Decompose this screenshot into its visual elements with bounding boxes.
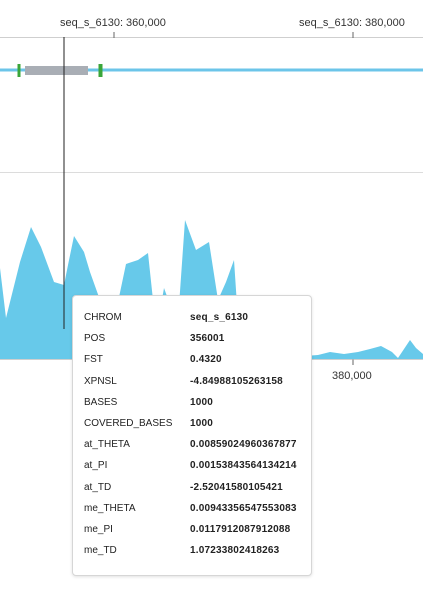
bottom-axis-tick-label: 380,000 — [332, 370, 372, 382]
tooltip-key: me_PI — [84, 523, 113, 535]
tooltip-value: 0.0117912087912088 — [190, 523, 291, 535]
tooltip-row: XPNSL -4.84988105263158 — [84, 371, 311, 392]
tooltip-key: FST — [84, 354, 103, 366]
tooltip-key: POS — [84, 333, 106, 345]
tooltip-row: POS 356001 — [84, 328, 311, 349]
tooltip-row: at_THETA 0.00859024960367877 — [84, 434, 311, 455]
tooltip-key: at_TD — [84, 481, 112, 493]
tooltip-row: at_PI 0.00153843564134214 — [84, 455, 311, 476]
tooltip-value: 356001 — [190, 333, 225, 345]
tooltip-value: -2.52041580105421 — [190, 481, 283, 493]
tooltip-value: 0.00153843564134214 — [190, 460, 297, 472]
gene-feature-block[interactable] — [25, 66, 88, 75]
exon-marker[interactable] — [17, 64, 21, 77]
cursor-line — [63, 37, 65, 329]
tooltip-row: me_THETA 0.00943356547553083 — [84, 498, 311, 519]
tooltip-value: seq_s_6130 — [190, 312, 249, 324]
tooltip-value: 0.4320 — [190, 354, 222, 366]
tooltip-row: COVERED_BASES 1000 — [84, 413, 311, 434]
tooltip-key: CHROM — [84, 312, 122, 324]
tooltip-key: me_THETA — [84, 502, 136, 514]
tooltip-row: me_PI 0.0117912087912088 — [84, 519, 311, 540]
tooltip-value: 0.00859024960367877 — [190, 439, 297, 451]
tooltip-key: at_PI — [84, 460, 108, 472]
tooltip-key: me_TD — [84, 545, 117, 557]
tooltip-value: -4.84988105263158 — [190, 375, 283, 387]
tooltip-key: XPNSL — [84, 375, 117, 387]
tooltip-key: COVERED_BASES — [84, 418, 173, 430]
data-tooltip: CHROM seq_s_6130 POS 356001 FST 0.4320 XPNSL -4… — [72, 295, 312, 576]
tooltip-value: 1.07233802418263 — [190, 545, 280, 557]
tooltip-value: 1000 — [190, 418, 214, 430]
tooltip-key: BASES — [84, 396, 118, 408]
tooltip-value: 1000 — [190, 396, 214, 408]
tooltip-row: at_TD -2.52041580105421 — [84, 477, 311, 498]
tooltip-row: BASES 1000 — [84, 392, 311, 413]
tooltip-key: at_THETA — [84, 439, 130, 451]
tooltip-value: 0.00943356547553083 — [190, 502, 297, 514]
tooltip-row: me_TD 1.07233802418263 — [84, 540, 311, 561]
tooltip-row: CHROM seq_s_6130 — [84, 307, 311, 328]
exon-marker[interactable] — [98, 64, 103, 77]
tooltip-row: FST 0.4320 — [84, 349, 311, 370]
